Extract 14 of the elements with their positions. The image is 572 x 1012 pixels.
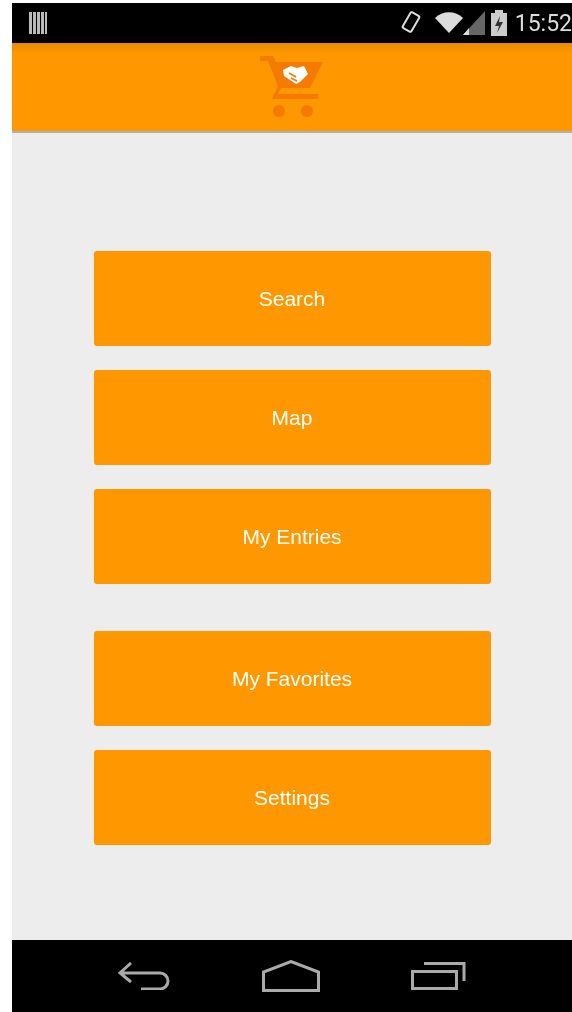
wifi-icon: [434, 12, 463, 34]
signal-icon: [462, 11, 485, 35]
menu-button[interactable]: Search: [93, 251, 491, 346]
cart-logo-icon: [260, 56, 324, 118]
recent-apps-icon[interactable]: [410, 962, 467, 990]
menu-button[interactable]: My Entries: [93, 489, 491, 584]
home-icon[interactable]: [262, 960, 320, 992]
menu-button[interactable]: My Favorites: [93, 631, 491, 726]
menu-button[interactable]: Settings: [93, 750, 491, 845]
battery-icon: [490, 10, 507, 36]
back-icon[interactable]: [117, 962, 172, 990]
clock: 15:52: [514, 9, 572, 37]
menu-button[interactable]: Map: [93, 370, 491, 465]
notification-icon: [28, 12, 48, 34]
